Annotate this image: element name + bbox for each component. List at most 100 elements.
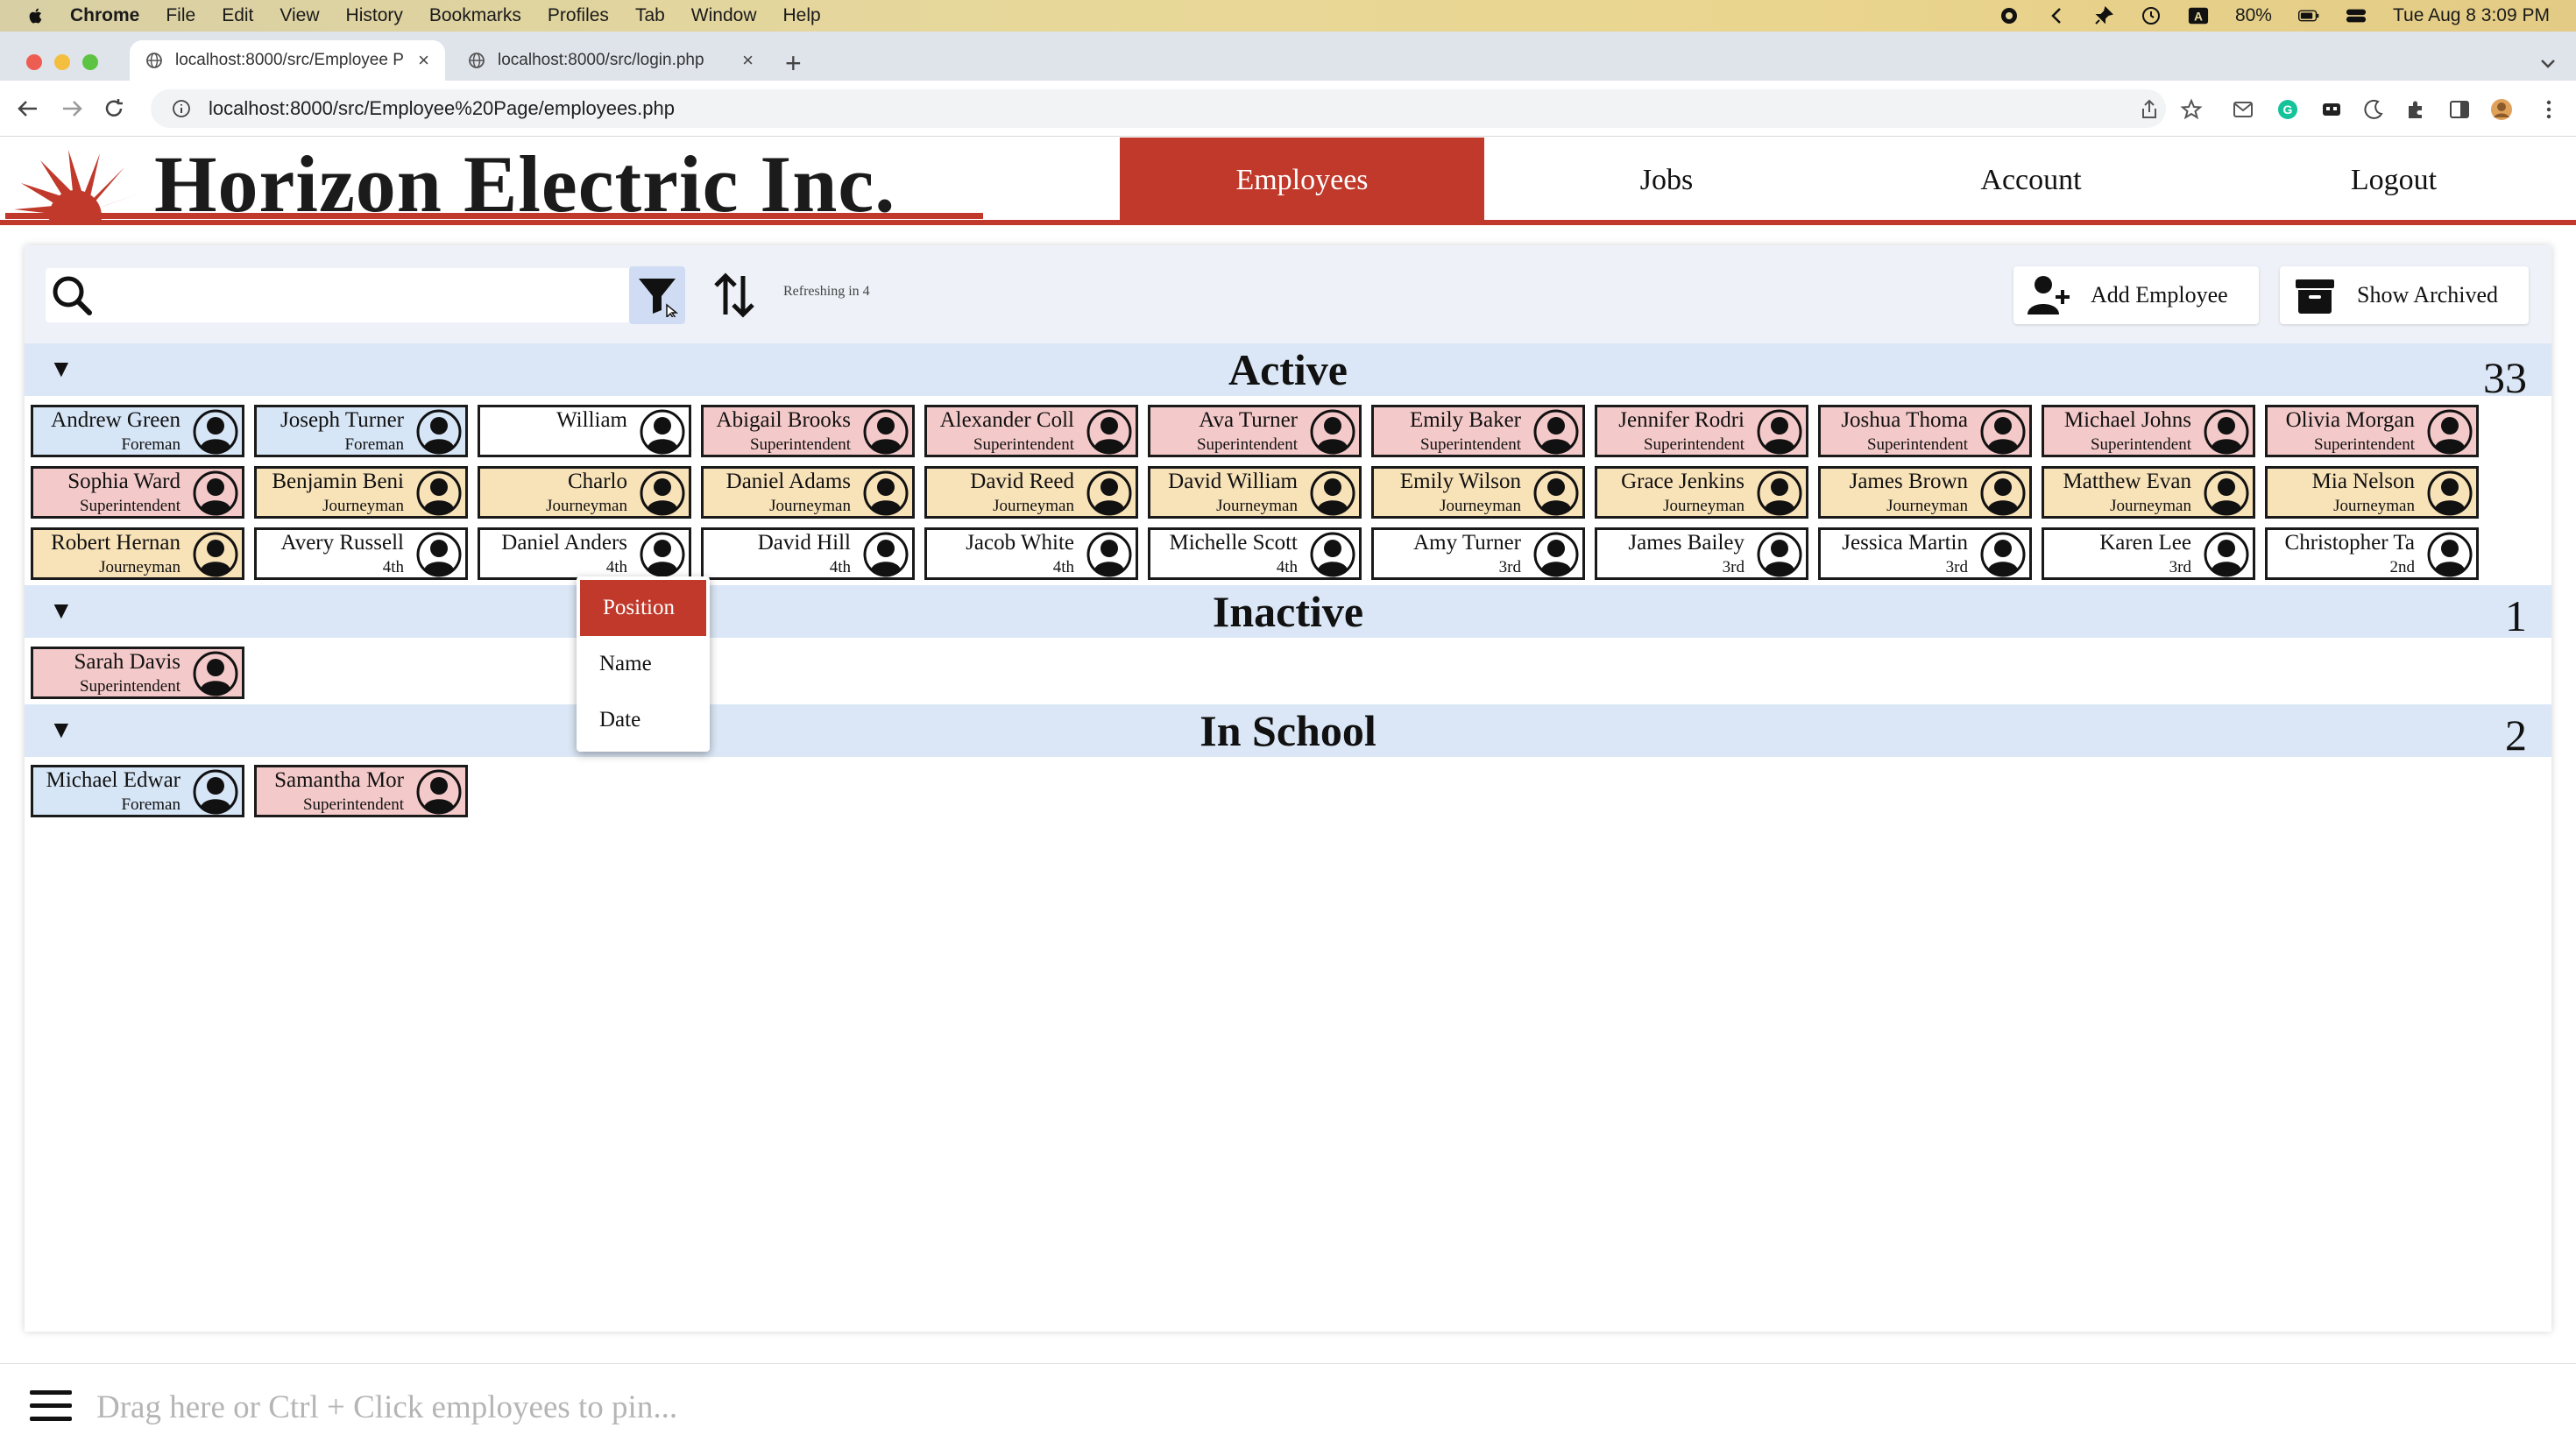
employee-card[interactable]: Andrew Green Foreman [31, 405, 244, 457]
maximize-window-button[interactable] [82, 54, 98, 70]
employee-card[interactable]: Amy Turner 3rd [1371, 527, 1585, 580]
employee-card[interactable]: Daniel Anders 4th [478, 527, 691, 580]
browser-tab-employees[interactable]: localhost:8000/src/Employee P × [130, 40, 445, 81]
show-archived-button[interactable]: Show Archived [2280, 266, 2529, 324]
employee-card[interactable]: Christopher Ta 2nd [2265, 527, 2479, 580]
employee-card[interactable]: Emily Wilson Journeyman [1371, 466, 1585, 519]
battery-icon[interactable] [2297, 5, 2319, 26]
keyboard-input-icon[interactable]: A [2188, 5, 2209, 26]
hamburger-menu-icon[interactable] [28, 1387, 74, 1425]
employee-card[interactable]: Alexander Coll Superintendent [924, 405, 1138, 457]
employee-card[interactable]: Robert Hernan Journeyman [31, 527, 244, 580]
menu-view[interactable]: View [280, 5, 319, 26]
employee-card[interactable]: Daniel Adams Journeyman [701, 466, 915, 519]
profile-avatar-icon[interactable] [2490, 98, 2513, 121]
employee-card[interactable]: Jennifer Rodri Superintendent [1595, 405, 1808, 457]
employee-card[interactable]: Grace Jenkins Journeyman [1595, 466, 1808, 519]
add-employee-button[interactable]: Add Employee [2013, 266, 2259, 324]
employee-card[interactable]: Charlo Journeyman [478, 466, 691, 519]
pin-icon[interactable] [2093, 5, 2114, 26]
employee-card[interactable]: Michelle Scott 4th [1148, 527, 1362, 580]
employee-card[interactable]: Avery Russell 4th [254, 527, 468, 580]
employee-card[interactable]: Jessica Martin 3rd [1818, 527, 2032, 580]
employee-card[interactable]: Sophia Ward Superintendent [31, 466, 244, 519]
employee-card[interactable]: Benjamin Beni Journeyman [254, 466, 468, 519]
address-bar[interactable]: localhost:8000/src/Employee%20Page/emplo… [151, 89, 2166, 128]
record-icon[interactable] [1999, 5, 2020, 26]
menu-file[interactable]: File [166, 5, 195, 26]
employee-card[interactable]: James Bailey 3rd [1595, 527, 1808, 580]
employee-card[interactable]: David William Journeyman [1148, 466, 1362, 519]
nav-logout[interactable]: Logout [2212, 138, 2576, 223]
reload-icon[interactable] [102, 96, 126, 121]
menu-history[interactable]: History [346, 5, 403, 26]
new-tab-icon[interactable]: + [785, 47, 802, 80]
chevron-down-icon[interactable] [2537, 53, 2558, 74]
section-header-active[interactable]: ▼ Active 33 [25, 343, 2551, 402]
employee-card[interactable]: Ava Turner Superintendent [1148, 405, 1362, 457]
filter-option-date[interactable]: Date [577, 692, 710, 748]
share-icon[interactable] [2138, 98, 2161, 121]
employee-card[interactable]: Joseph Turner Foreman [254, 405, 468, 457]
forward-arrow-icon[interactable] [60, 96, 84, 121]
dark-mode-extension-icon[interactable] [2362, 98, 2385, 121]
employee-card[interactable]: Jacob White 4th [924, 527, 1138, 580]
employee-card[interactable]: Emily Baker Superintendent [1371, 405, 1585, 457]
filter-option-position[interactable]: Position [580, 580, 706, 636]
extension-icon[interactable] [2320, 98, 2343, 121]
time-machine-icon[interactable] [2141, 5, 2162, 26]
nav-account[interactable]: Account [1849, 138, 2213, 223]
employee-card[interactable]: Michael Edwar Foreman [31, 765, 244, 817]
side-panel-icon[interactable] [2448, 98, 2471, 121]
menu-datetime[interactable]: Tue Aug 8 3:09 PM [2393, 5, 2550, 26]
search-box[interactable] [46, 268, 634, 322]
menu-window[interactable]: Window [691, 5, 757, 26]
employee-card[interactable]: Abigail Brooks Superintendent [701, 405, 915, 457]
company-logo[interactable]: Horizon Electric Inc. [5, 143, 987, 225]
puzzle-extensions-icon[interactable] [2404, 98, 2427, 121]
employee-card[interactable]: Michael Johns Superintendent [2042, 405, 2255, 457]
bookmark-star-icon[interactable] [2180, 98, 2203, 121]
apple-icon[interactable] [26, 5, 46, 26]
employee-card[interactable]: Karen Lee 3rd [2042, 527, 2255, 580]
employee-card[interactable]: David Hill 4th [701, 527, 915, 580]
nav-jobs[interactable]: Jobs [1484, 138, 1849, 223]
menu-profiles[interactable]: Profiles [548, 5, 609, 26]
employee-card[interactable]: David Reed Journeyman [924, 466, 1138, 519]
menu-bookmarks[interactable]: Bookmarks [429, 5, 521, 26]
menu-tab[interactable]: Tab [635, 5, 665, 26]
search-input[interactable] [95, 273, 634, 317]
control-center-icon[interactable] [2346, 5, 2367, 26]
employee-card[interactable]: Samantha Mor Superintendent [254, 765, 468, 817]
sort-button[interactable] [706, 266, 762, 324]
employee-card[interactable]: James Brown Journeyman [1818, 466, 2032, 519]
nav-employees[interactable]: Employees [1120, 138, 1484, 223]
gmail-extension-icon[interactable] [2233, 98, 2255, 121]
menu-help[interactable]: Help [783, 5, 821, 26]
close-window-button[interactable] [26, 54, 42, 70]
menu-app-name[interactable]: Chrome [70, 5, 139, 26]
close-tab-icon[interactable]: × [742, 49, 754, 72]
browser-tab-login[interactable]: localhost:8000/src/login.php × [452, 40, 769, 81]
section-header-in-school[interactable]: ▼ In School 2 [25, 704, 2551, 760]
minimize-window-button[interactable] [54, 54, 70, 70]
employee-card[interactable]: Mia Nelson Journeyman [2265, 466, 2479, 519]
employee-card[interactable]: Joshua Thoma Superintendent [1818, 405, 2032, 457]
employee-card[interactable]: Sarah Davis Superintendent [31, 647, 244, 699]
employee-position: Journeyman [993, 497, 1074, 515]
employee-position: Superintendent [2313, 435, 2415, 454]
section-header-inactive[interactable]: ▼ Inactive 1 [25, 585, 2551, 640]
filter-option-name[interactable]: Name [577, 636, 710, 692]
grammarly-extension-icon[interactable]: G [2276, 98, 2299, 121]
more-menu-icon[interactable] [2537, 98, 2560, 121]
back-arrow-icon[interactable] [16, 96, 40, 121]
pin-bar[interactable]: Drag here or Ctrl + Click employees to p… [0, 1363, 2576, 1449]
chevron-left-icon[interactable] [2046, 5, 2067, 26]
menu-edit[interactable]: Edit [222, 5, 253, 26]
info-icon[interactable] [172, 99, 191, 118]
employee-card[interactable]: Olivia Morgan Superintendent [2265, 405, 2479, 457]
filter-button[interactable] [629, 266, 685, 324]
employee-card[interactable]: William [478, 405, 691, 457]
employee-card[interactable]: Matthew Evan Journeyman [2042, 466, 2255, 519]
close-tab-icon[interactable]: × [418, 49, 429, 72]
